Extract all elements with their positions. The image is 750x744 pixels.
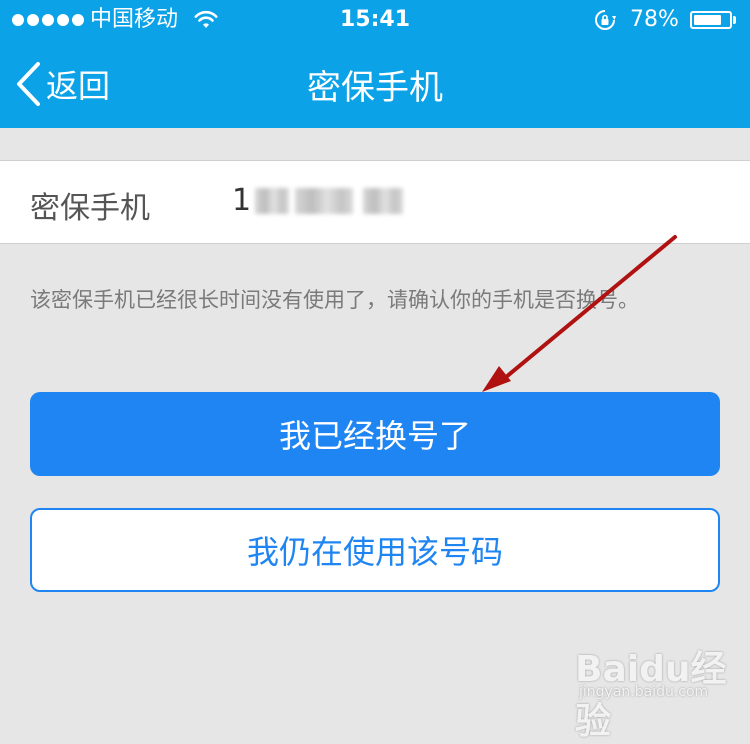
phone-number-redacted: [255, 187, 290, 214]
rotation-lock-icon: [595, 10, 616, 30]
battery-percentage: 78%: [630, 7, 679, 32]
battery-icon: [690, 11, 732, 29]
phone-number-redacted: [295, 187, 354, 214]
baidu-jingyan-watermark: Baidu经验 jingyan.baidu.com: [575, 640, 735, 742]
arrow-head: [482, 366, 511, 392]
security-phone-row: 密保手机 1: [0, 160, 750, 244]
page-title: 密保手机: [307, 68, 443, 108]
navigation-bar: 返回 密保手机: [0, 40, 750, 128]
security-phone-label: 密保手机: [30, 191, 150, 226]
phone-number-visible-digit: 1: [232, 183, 252, 218]
battery-tip: [733, 16, 736, 24]
security-phone-number: 1: [232, 183, 404, 218]
number-changed-button[interactable]: 我已经换号了: [30, 392, 720, 476]
battery-level-fill: [694, 15, 721, 25]
header: 中国移动 15:41 78% 返回 密保手机: [0, 0, 750, 128]
status-bar: 中国移动 15:41 78%: [0, 0, 750, 40]
security-phone-hint: 该密保手机已经很长时间没有使用了，请确认你的手机是否换号。: [30, 288, 639, 312]
watermark-site: jingyan.baidu.com: [579, 684, 709, 700]
phone-number-redacted: [363, 187, 404, 214]
still-using-number-button[interactable]: 我仍在使用该号码: [30, 508, 720, 592]
